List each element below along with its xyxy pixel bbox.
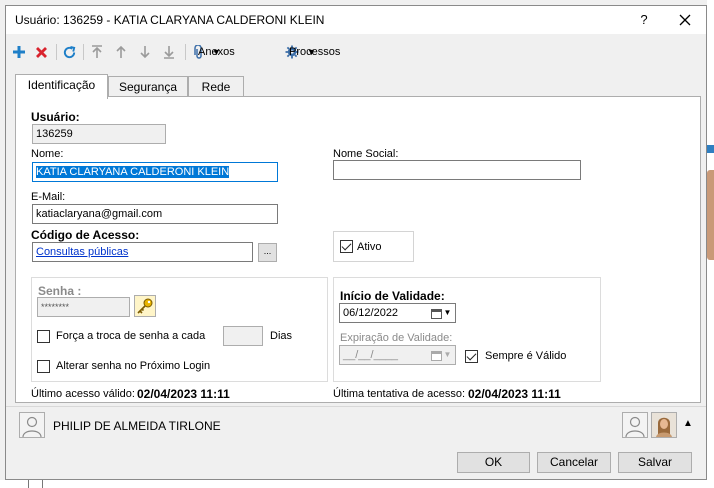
expiracao-validade-label: Expiração de Validade: (340, 332, 453, 344)
x-icon (35, 46, 47, 58)
nome-social-label: Nome Social: (333, 148, 399, 160)
ativo-label: Ativo (357, 241, 382, 253)
processos-label: Processos (289, 46, 341, 58)
senha-field: ******** (37, 297, 130, 317)
identificacao-panel: Usuário: 136259 Nome: KATIA CLARYANA CAL… (15, 96, 701, 403)
browse-button[interactable]: ... (258, 243, 277, 262)
move-last-button[interactable] (160, 43, 178, 61)
nome-field[interactable]: KATIA CLARYANA CALDERONI KLEIN (32, 162, 278, 182)
usuario-field: 136259 (32, 124, 166, 144)
background-mark (707, 145, 714, 153)
toolbar-separator (56, 44, 57, 60)
avatar (19, 412, 45, 438)
validade-group: Início de Validade: 06/12/2022 ▼ Expiraç… (333, 277, 601, 382)
background-window-bottom (0, 480, 714, 488)
move-down-button[interactable] (136, 43, 154, 61)
caret-down-icon: ▼ (443, 350, 452, 359)
ultimo-acesso-value: 02/04/2023 11:11 (137, 387, 230, 401)
ultima-tentativa-label: Última tentativa de acesso: (333, 388, 466, 400)
calendar-dropdown-button[interactable]: ▼ (428, 304, 454, 322)
nome-social-field[interactable] (333, 160, 581, 180)
footer-divider (6, 406, 706, 407)
forca-troca-label: Força a troca de senha a cada (56, 330, 206, 342)
arrow-top-icon (92, 45, 102, 58)
calendar-icon (430, 308, 442, 319)
inicio-validade-value: 06/12/2022 (343, 307, 399, 319)
alterar-senha-label: Alterar senha no Próximo Login (56, 360, 211, 372)
arrow-bottom-icon (164, 46, 174, 59)
add-button[interactable] (10, 43, 28, 61)
ativo-group: Ativo (333, 231, 414, 262)
user-dialog: Usuário: 136259 - KATIA CLARYANA CALDERO… (5, 5, 707, 480)
tab-identificacao[interactable]: Identificação (15, 74, 108, 99)
anexos-menu[interactable]: Anexos ▼ (194, 43, 235, 61)
plus-icon (13, 46, 25, 58)
background-line (42, 480, 43, 488)
cancel-button[interactable]: Cancelar (537, 452, 611, 473)
toolbar-separator (83, 44, 84, 60)
caret-down-icon: ▼ (443, 308, 452, 317)
dias-label: Dias (270, 330, 293, 342)
calendar-icon (430, 350, 442, 361)
calendar-dropdown-button: ▼ (428, 346, 454, 364)
toolbar-separator (185, 44, 186, 60)
ok-button[interactable]: OK (457, 452, 530, 473)
avatar[interactable] (622, 412, 648, 438)
processos-menu[interactable]: Processos ▼ (285, 43, 340, 61)
close-icon (679, 14, 691, 26)
title-bar: Usuário: 136259 - KATIA CLARYANA CALDERO… (6, 6, 706, 34)
person-icon (625, 416, 645, 437)
responsible-user-name: PHILIP DE ALMEIDA TIRLONE (53, 419, 221, 433)
ultima-tentativa-value: 02/04/2023 11:11 (468, 387, 561, 401)
save-button[interactable]: Salvar (618, 452, 692, 473)
alterar-senha-checkbox[interactable] (37, 360, 50, 373)
sempre-valido-checkbox[interactable] (465, 350, 478, 363)
inicio-validade-label: Início de Validade: (340, 289, 445, 303)
background-line (28, 480, 29, 488)
window-title: Usuário: 136259 - KATIA CLARYANA CALDERO… (15, 13, 325, 27)
anexos-label: Anexos (198, 46, 235, 58)
move-up-button[interactable] (112, 43, 130, 61)
inicio-validade-field[interactable]: 06/12/2022 ▼ (339, 303, 456, 323)
nome-value: KATIA CLARYANA CALDERONI KLEIN (36, 166, 230, 178)
codigo-acesso-link[interactable]: Consultas públicas (36, 246, 128, 258)
arrow-down-icon (140, 46, 150, 59)
close-button[interactable] (675, 10, 695, 30)
user-photo-icon (656, 417, 672, 437)
help-button[interactable]: ? (635, 11, 653, 29)
expiracao-validade-field: __/__/____ ▼ (339, 345, 456, 365)
codigo-acesso-field[interactable]: Consultas públicas (32, 242, 253, 262)
refresh-button[interactable] (60, 43, 78, 61)
key-icon (137, 298, 153, 314)
email-field[interactable]: katiaclaryana@gmail.com (32, 204, 278, 224)
toolbar: Anexos ▼ Processos ▼ (6, 38, 706, 66)
usuario-label: Usuário: (31, 110, 80, 124)
tab-seguranca[interactable]: Segurança (108, 76, 188, 98)
user-photo[interactable] (651, 412, 677, 438)
refresh-icon (63, 45, 75, 58)
chevron-up-icon[interactable]: ▲ (683, 418, 693, 429)
senha-label: Senha : (38, 284, 82, 298)
background-photo (707, 170, 714, 260)
change-password-button[interactable] (134, 295, 156, 317)
delete-button[interactable] (32, 43, 50, 61)
codigo-acesso-label: Código de Acesso: (31, 228, 140, 242)
ativo-checkbox[interactable] (340, 240, 353, 253)
tab-rede[interactable]: Rede (188, 76, 244, 98)
senha-group: Senha : ******** Força a troca de senha … (31, 277, 328, 382)
email-label: E-Mail: (31, 191, 66, 203)
sempre-valido-label: Sempre é Válido (485, 350, 567, 362)
ultimo-acesso-label: Último acesso válido: (31, 388, 135, 400)
expiracao-validade-value: __/__/____ (343, 349, 399, 361)
forca-troca-checkbox[interactable] (37, 330, 50, 343)
dias-field (223, 326, 263, 346)
arrow-up-icon (116, 45, 126, 58)
nome-label: Nome: (31, 148, 64, 160)
move-first-button[interactable] (88, 43, 106, 61)
person-icon (22, 416, 42, 437)
